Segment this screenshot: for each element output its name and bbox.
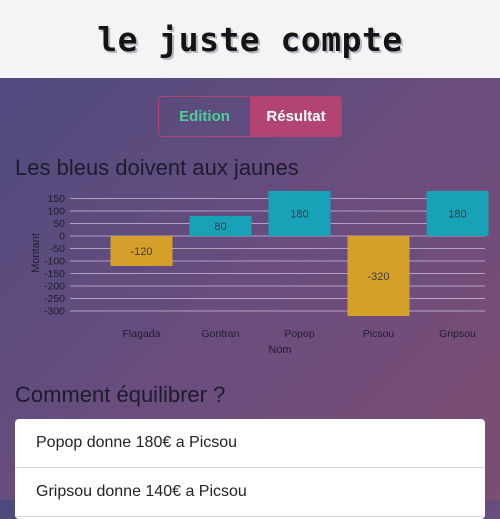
view-toggle: Edition Résultat xyxy=(158,96,342,137)
x-tick-label: Gripsou xyxy=(439,328,476,340)
y-tick-label: 100 xyxy=(47,206,65,218)
balance-heading: Comment équilibrer ? xyxy=(15,382,226,407)
x-tick-label: Flagada xyxy=(123,328,161,340)
x-tick-label: Popop xyxy=(284,328,315,340)
x-tick-label: Picsou xyxy=(363,328,395,340)
bar-value-label: 80 xyxy=(214,221,226,233)
bar-value-label: -120 xyxy=(130,246,152,258)
list-item: Gripsou donne 140€ a Picsou xyxy=(15,468,485,517)
y-tick-label: 50 xyxy=(53,218,65,230)
y-tick-label: -300 xyxy=(44,306,65,318)
y-tick-label: 0 xyxy=(59,231,65,243)
bar-value-label: 180 xyxy=(448,209,466,221)
tab-edition[interactable]: Edition xyxy=(158,96,250,137)
y-tick-label: -100 xyxy=(44,256,65,268)
bar-value-label: 180 xyxy=(290,209,308,221)
app-logo-title: le juste compte xyxy=(97,19,403,59)
y-tick-label: 150 xyxy=(47,193,65,205)
y-tick-label: -50 xyxy=(50,243,65,255)
x-axis-label: Nom xyxy=(268,344,291,356)
list-item: Popop donne 180€ a Picsou xyxy=(15,419,485,468)
balance-chart: 150100500-50-100-150-200-250-300 -120 Flag… xyxy=(30,191,489,356)
bar-value-label: -320 xyxy=(367,271,389,283)
result-heading: Les bleus doivent aux jaunes xyxy=(15,155,299,180)
tab-resultat[interactable]: Résultat xyxy=(250,96,342,137)
y-tick-label: -150 xyxy=(44,268,65,280)
y-tick-label: -200 xyxy=(44,281,65,293)
y-tick-label: -250 xyxy=(44,293,65,305)
header-bar: le juste compte xyxy=(0,0,500,78)
transfer-list: Popop donne 180€ a Picsou Gripsou donne … xyxy=(15,419,485,519)
x-tick-label: Gontran xyxy=(202,328,240,340)
y-axis-label: Montant xyxy=(30,233,42,273)
